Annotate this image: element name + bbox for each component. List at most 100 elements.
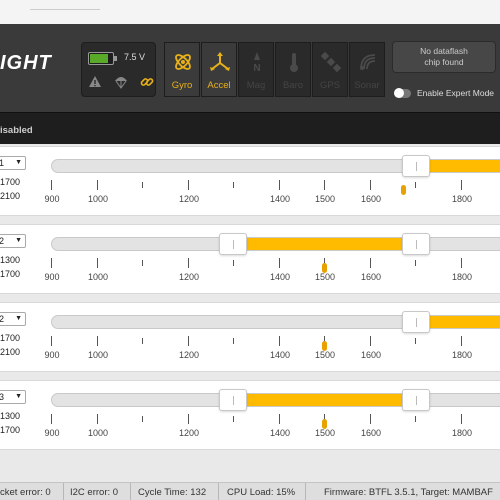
sensor-sonar-label: Sonar: [354, 80, 380, 91]
range-handle-max[interactable]: [402, 233, 430, 255]
aux-channel-select[interactable]: 2 ▼: [0, 312, 26, 326]
sensor-gyro: Gyro: [164, 42, 200, 97]
scale-label: 1200: [178, 350, 200, 360]
scale-label: 1500: [314, 350, 336, 360]
scale-tick-minor: [142, 182, 143, 188]
warning-icon: [88, 75, 102, 89]
scale-tick-minor: [142, 416, 143, 422]
scale-tick: [97, 336, 98, 346]
aux-channel-select[interactable]: 3 ▼: [0, 390, 26, 404]
battery-voltage: 7.5 V: [124, 52, 146, 62]
range-max-value: 1700: [0, 425, 21, 435]
cycle-time-status: Cycle Time: 132: [138, 487, 207, 498]
expert-mode-label: Enable Expert Mode: [417, 88, 495, 98]
range-max-value: 1700: [0, 269, 21, 279]
aux-channel-select[interactable]: 2 ▼: [0, 234, 26, 248]
sensor-gps: GPS: [312, 42, 348, 97]
sensor-gyro-label: Gyro: [171, 80, 193, 91]
battery-panel: 7.5 V: [81, 42, 156, 97]
scale-label: 1800: [451, 428, 473, 438]
sensor-baro: Baro: [275, 42, 311, 97]
scale-label: 1200: [178, 272, 200, 282]
scale-tick-minor: [415, 260, 416, 266]
range-max-value: 2100: [0, 347, 21, 357]
sensor-mag: N Mag: [238, 42, 274, 97]
scale-label: 1800: [451, 194, 473, 204]
scale-label: 1000: [87, 194, 109, 204]
packet-error-status: cket error: 0: [0, 487, 51, 498]
svg-text:N: N: [253, 63, 260, 73]
range-row: 2 ▼ 1700 2100 900 1000 1200 1400 1500 1600 1800: [0, 302, 500, 372]
scale-tick-minor: [233, 260, 234, 266]
accel-icon: [210, 52, 230, 71]
scale-tick: [279, 180, 280, 190]
scale-tick: [51, 180, 52, 190]
scale-label: 1600: [360, 350, 382, 360]
range-row: 1 ▼ 1700 2100 900 1000 1200 1400 1500 1600 1800: [0, 146, 500, 216]
scale-label: 900: [44, 428, 60, 438]
scale-tick: [188, 336, 189, 346]
range-min-value: 1700: [0, 333, 21, 343]
parachute-icon: [114, 75, 128, 89]
scale-tick-minor: [142, 338, 143, 344]
scale-tick: [97, 180, 98, 190]
scale-label: 1600: [360, 194, 382, 204]
range-max-value: 2100: [0, 191, 21, 201]
satellite-icon: [320, 51, 342, 73]
scale-label: 1000: [87, 350, 109, 360]
current-value-marker: [322, 341, 327, 351]
current-value-marker: [322, 263, 327, 273]
scale-tick: [461, 180, 462, 190]
sensor-accel: Accel: [201, 42, 237, 97]
expert-mode-control[interactable]: Enable Expert Mode: [394, 87, 495, 98]
current-value-marker: [322, 419, 327, 429]
link-icon: [140, 75, 154, 89]
sensor-mag-label: Mag: [246, 80, 266, 91]
expert-mode-toggle[interactable]: [394, 87, 411, 98]
range-handle-min[interactable]: [402, 155, 430, 177]
scale-label: 900: [44, 350, 60, 360]
scale-tick: [279, 414, 280, 424]
scale-tick: [51, 258, 52, 268]
scale-tick: [370, 336, 371, 346]
range-fill: [233, 238, 416, 250]
scale-label: 1400: [269, 194, 291, 204]
battery-icon: [88, 52, 117, 65]
scale-tick: [97, 258, 98, 268]
scale-tick: [188, 180, 189, 190]
scale-tick: [370, 180, 371, 190]
range-handle-min[interactable]: [219, 389, 247, 411]
scale-label: 1500: [314, 272, 336, 282]
cpu-load-status: CPU Load: 15%: [227, 487, 296, 498]
scale-tick-minor: [233, 338, 234, 344]
scale-label: 900: [44, 194, 60, 204]
scale-tick-minor: [415, 182, 416, 188]
scale-label: 1200: [178, 194, 200, 204]
mode-status-bar: isabled: [0, 112, 500, 144]
scale-tick: [97, 414, 98, 424]
scale-tick: [51, 336, 52, 346]
scale-tick-minor: [233, 416, 234, 422]
scale-label: 900: [44, 272, 60, 282]
scale-label: 1400: [269, 350, 291, 360]
range-handle-min[interactable]: [402, 311, 430, 333]
scale-tick-minor: [233, 182, 234, 188]
range-handle-min[interactable]: [219, 233, 247, 255]
range-row: 2 ▼ 1300 1700 900 1000 1200 1400 1500 1600 1800: [0, 224, 500, 294]
range-handle-max[interactable]: [402, 389, 430, 411]
scale-label: 1000: [87, 428, 109, 438]
status-footer: cket error: 0 I2C error: 0 Cycle Time: 1…: [0, 482, 500, 500]
gyro-icon: [175, 54, 191, 70]
sensor-baro-label: Baro: [282, 80, 304, 91]
scale-tick: [51, 414, 52, 424]
sensor-gps-label: GPS: [319, 80, 341, 91]
range-min-value: 1300: [0, 255, 21, 265]
current-value-marker: [401, 185, 406, 195]
scale-label: 1800: [451, 272, 473, 282]
aux-channel-select[interactable]: 1 ▼: [0, 156, 26, 170]
firmware-status: Firmware: BTFL 3.5.1, Target: MAMBAF: [324, 487, 493, 498]
compass-icon: N: [253, 52, 261, 73]
scale-label: 1400: [269, 428, 291, 438]
scale-tick: [188, 414, 189, 424]
dataflash-line-1: No dataflash: [420, 46, 468, 56]
